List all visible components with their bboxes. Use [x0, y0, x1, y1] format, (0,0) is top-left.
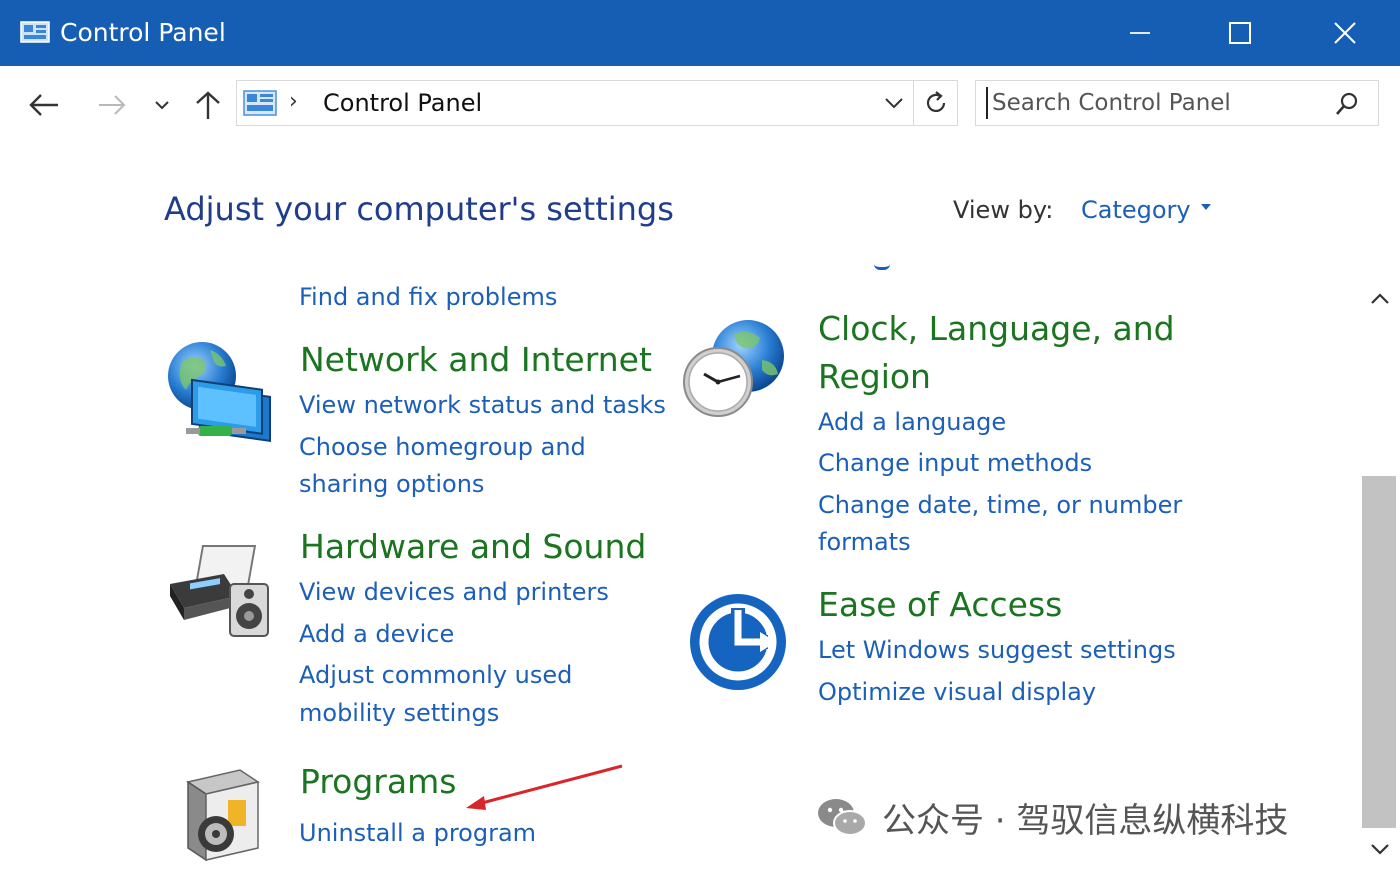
link-change-date-time-number[interactable]: Change date, time, or number — [818, 487, 1182, 523]
title-bar: Control Panel — [0, 0, 1400, 66]
link-add-a-device[interactable]: Add a device — [299, 616, 454, 652]
category-programs[interactable]: Programs — [300, 758, 456, 806]
category-clock-language-region[interactable]: Clock, Language, and — [818, 305, 1175, 353]
caret-down-icon — [1200, 204, 1211, 210]
link-sharing-options[interactable]: sharing options — [299, 466, 484, 502]
breadcrumb-separator: › — [289, 89, 298, 114]
chevron-down-icon — [885, 98, 903, 109]
address-dropdown-button[interactable] — [877, 81, 911, 125]
link-change-input-methods[interactable]: Change input methods — [818, 445, 1092, 481]
wechat-icon — [818, 799, 867, 836]
link-formats[interactable]: formats — [818, 524, 911, 560]
chevron-down-icon — [1371, 844, 1389, 855]
scrollbar-thumb[interactable] — [1362, 476, 1396, 828]
chevron-up-icon — [1371, 293, 1389, 304]
link-view-network-status[interactable]: View network status and tasks — [299, 387, 666, 423]
category-clock-language-region-line2[interactable]: Region — [818, 353, 931, 401]
chevron-down-icon — [155, 101, 169, 110]
up-button[interactable] — [190, 88, 226, 122]
link-find-and-fix-problems[interactable]: Find and fix problems — [299, 279, 557, 315]
annotation-arrow — [466, 764, 623, 810]
scroll-up-button[interactable] — [1366, 288, 1394, 310]
programs-box-icon — [186, 769, 260, 862]
search-input[interactable] — [986, 87, 1316, 119]
page-title: Adjust your computer's settings — [164, 190, 674, 228]
address-bar[interactable]: › Control Panel — [236, 80, 958, 126]
search-box[interactable] — [975, 80, 1379, 126]
breadcrumb-control-panel[interactable]: Control Panel — [323, 89, 482, 117]
search-icon[interactable] — [1334, 91, 1360, 117]
control-panel-icon — [20, 21, 50, 43]
link-optimize-visual-display[interactable]: Optimize visual display — [818, 674, 1096, 710]
minimize-icon — [1130, 32, 1150, 34]
control-panel-icon — [243, 90, 277, 116]
maximize-button[interactable] — [1190, 0, 1290, 66]
close-icon — [1334, 22, 1356, 44]
clipped-text-fragment — [874, 264, 890, 270]
link-adjust-commonly-used[interactable]: Adjust commonly used — [299, 657, 572, 693]
forward-button[interactable] — [92, 88, 132, 122]
link-mobility-settings[interactable]: mobility settings — [299, 695, 499, 731]
arrow-up-icon — [196, 91, 220, 119]
view-by-label: View by: — [953, 196, 1054, 224]
link-let-windows-suggest-settings[interactable]: Let Windows suggest settings — [818, 632, 1176, 668]
link-uninstall-a-program[interactable]: Uninstall a program — [299, 815, 536, 851]
view-by-dropdown[interactable]: Category — [1081, 196, 1211, 224]
clock-globe-icon — [683, 320, 784, 417]
watermark-text: 公众号 · 驾驭信息纵横科技 — [882, 800, 1289, 841]
navigation-bar: › Control Panel — [0, 66, 1400, 142]
refresh-icon — [926, 91, 945, 112]
link-view-devices-and-printers[interactable]: View devices and printers — [299, 574, 609, 610]
category-hardware-and-sound[interactable]: Hardware and Sound — [300, 523, 646, 571]
close-button[interactable] — [1295, 0, 1395, 66]
link-add-a-language[interactable]: Add a language — [818, 404, 1006, 440]
arrow-left-icon — [29, 94, 58, 116]
arrow-right-icon — [99, 95, 126, 115]
category-ease-of-access[interactable]: Ease of Access — [818, 581, 1062, 629]
refresh-button[interactable] — [913, 81, 957, 125]
printer-speaker-icon — [170, 545, 269, 637]
link-choose-homegroup[interactable]: Choose homegroup and — [299, 429, 586, 465]
minimize-button[interactable] — [1090, 0, 1190, 66]
maximize-icon — [1229, 22, 1251, 44]
window-title: Control Panel — [60, 18, 226, 47]
back-button[interactable] — [24, 88, 64, 122]
category-network-and-internet[interactable]: Network and Internet — [300, 336, 652, 384]
watermark: 公众号 · 驾驭信息纵横科技 — [816, 792, 1288, 842]
ease-of-access-icon — [690, 594, 786, 690]
view-by-value: Category — [1081, 196, 1191, 224]
network-globe-icon — [168, 342, 271, 443]
recent-locations-button[interactable] — [150, 88, 174, 122]
scroll-down-button[interactable] — [1366, 838, 1394, 860]
